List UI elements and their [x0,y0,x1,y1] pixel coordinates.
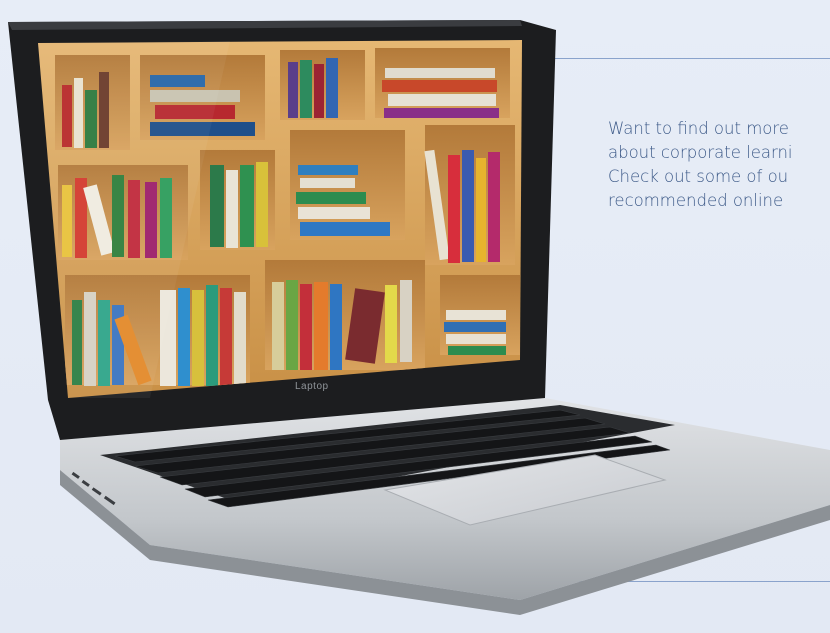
laptop-base [60,398,830,615]
laptop-photo [8,20,830,615]
laptop-screen [8,20,556,440]
laptop-brand-label: Laptop [295,381,329,392]
